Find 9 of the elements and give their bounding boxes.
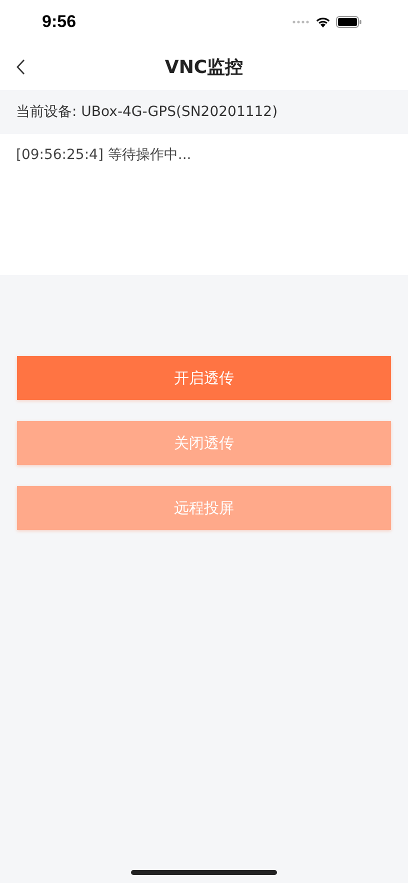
device-label: 当前设备: UBox-4G-GPS(SN20201112) — [16, 103, 278, 121]
wifi-icon — [315, 16, 331, 28]
action-button[interactable]: 开启透传 — [17, 356, 391, 400]
status-time: 9:56 — [42, 12, 76, 32]
battery-icon — [336, 16, 362, 28]
signal-dots-icon — [292, 20, 310, 24]
page-title: VNC监控 — [164, 56, 244, 79]
back-icon[interactable] — [16, 59, 25, 75]
log-line: [09:56:25:4] 等待操作中... — [16, 146, 192, 164]
